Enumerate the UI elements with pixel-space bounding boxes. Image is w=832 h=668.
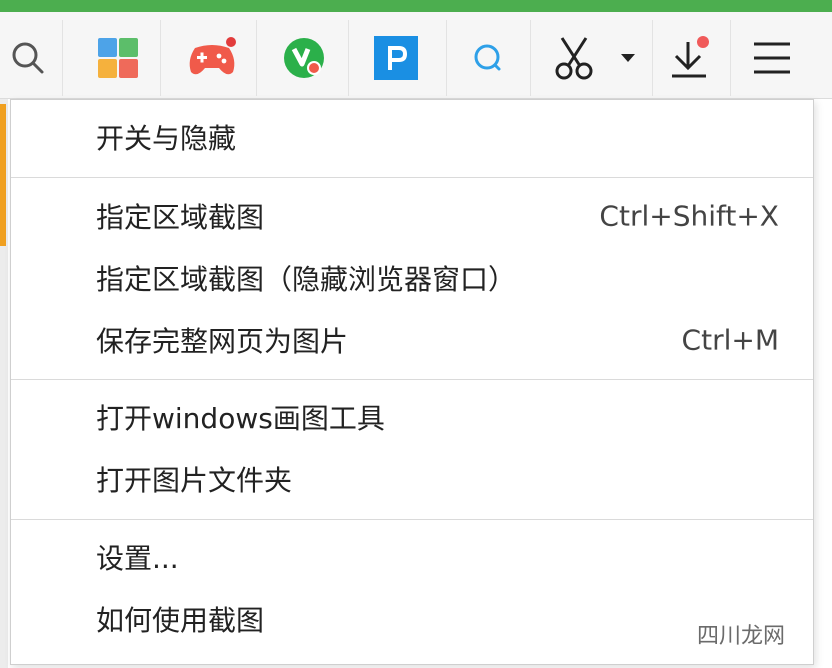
menu-item-open-image-folder[interactable]: 打开图片文件夹 xyxy=(11,450,815,508)
menu-divider xyxy=(11,379,813,380)
menu-item-label: 开关与隐藏 xyxy=(96,122,237,155)
menu-item-label: 指定区域截图（隐藏浏览器窗口） xyxy=(96,263,517,296)
page-accent-edge xyxy=(0,104,6,246)
toolbar-separator xyxy=(256,20,257,96)
toolbar-separator xyxy=(652,20,653,96)
menu-item-shortcut: Ctrl+Shift+X xyxy=(599,199,779,233)
browser-top-strip xyxy=(0,0,832,12)
green-y-icon xyxy=(284,38,324,78)
toolbar-separator xyxy=(348,20,349,96)
menu-item-shortcut: Ctrl+M xyxy=(681,323,779,357)
toolbar-separator xyxy=(62,20,63,96)
menu-item-label: 打开图片文件夹 xyxy=(96,464,293,497)
menu-item-how-to-use[interactable]: 如何使用截图 xyxy=(11,590,815,648)
apps-button[interactable] xyxy=(90,30,146,86)
browse-search-icon xyxy=(474,44,501,71)
download-button[interactable] xyxy=(662,30,718,86)
menu-item-open-paint[interactable]: 打开windows画图工具 xyxy=(11,388,815,446)
main-menu-button[interactable] xyxy=(744,30,800,86)
menu-item-label: 如何使用截图 xyxy=(96,604,265,637)
hamburger-menu-icon xyxy=(754,42,790,74)
browse-search-button[interactable] xyxy=(460,30,516,86)
menu-item-region-screenshot-hide-window[interactable]: 指定区域截图（隐藏浏览器窗口） xyxy=(11,249,815,307)
toolbar-separator xyxy=(730,20,731,96)
menu-item-label: 指定区域截图 xyxy=(96,201,265,234)
menu-item-label: 保存完整网页为图片 xyxy=(96,325,349,358)
menu-divider xyxy=(11,519,813,520)
menu-item-save-full-page[interactable]: 保存完整网页为图片 Ctrl+M xyxy=(11,311,815,369)
search-button[interactable] xyxy=(0,30,56,86)
menu-item-label: 打开windows画图工具 xyxy=(96,402,385,435)
menu-item-label: 设置... xyxy=(96,542,179,575)
download-icon xyxy=(672,36,709,78)
menu-item-toggle-hide[interactable]: 开关与隐藏 xyxy=(11,108,815,166)
screenshot-context-menu: 开关与隐藏 指定区域截图 Ctrl+Shift+X 指定区域截图（隐藏浏览器窗口… xyxy=(10,99,814,665)
toolbar-separator xyxy=(446,20,447,96)
menu-item-region-screenshot[interactable]: 指定区域截图 Ctrl+Shift+X xyxy=(11,187,815,245)
green-app-button[interactable] xyxy=(276,30,332,86)
p-icon xyxy=(374,36,418,80)
app-grid-icon xyxy=(98,38,138,78)
toolbar-separator xyxy=(160,20,161,96)
toolbar-separator xyxy=(530,20,531,96)
watermark-text: 四川龙网 xyxy=(696,624,785,649)
search-icon xyxy=(12,42,44,74)
gamepad-icon xyxy=(189,37,236,75)
p-app-button[interactable] xyxy=(368,30,424,86)
screenshot-button[interactable] xyxy=(546,30,602,86)
screenshot-dropdown-button[interactable] xyxy=(610,30,646,86)
game-button[interactable] xyxy=(184,30,240,86)
browser-toolbar xyxy=(0,12,832,99)
menu-divider xyxy=(11,177,813,178)
menu-item-settings[interactable]: 设置... xyxy=(11,528,815,586)
scissors-icon xyxy=(555,37,593,80)
caret-down-icon xyxy=(621,54,635,62)
